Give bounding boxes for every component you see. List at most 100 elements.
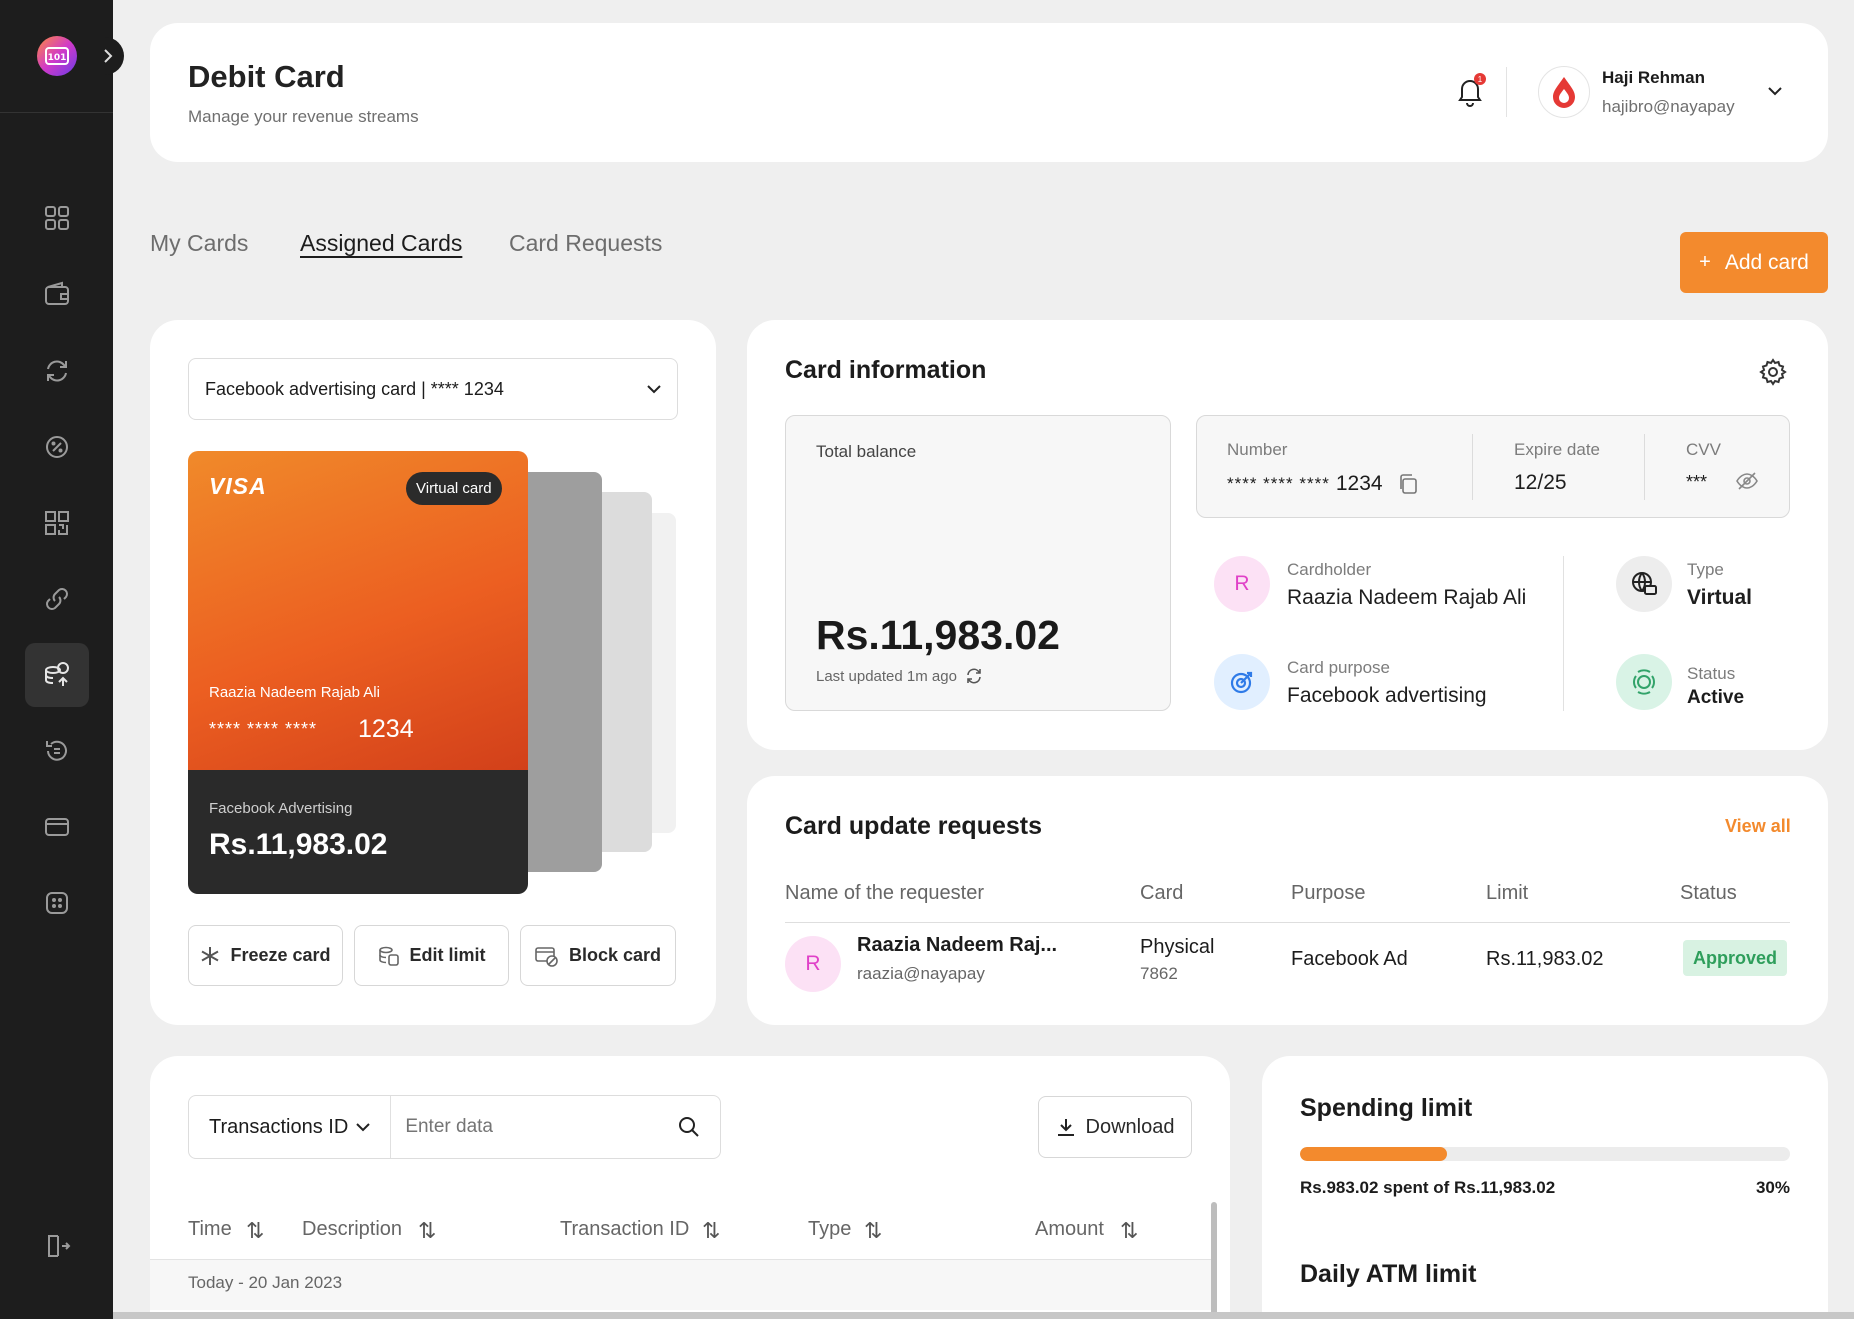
visa-logo: VISA [209, 473, 267, 499]
column-header-type[interactable]: Type [808, 1218, 851, 1241]
spending-percent: 30% [1755, 1178, 1790, 1197]
link-icon[interactable] [25, 567, 89, 631]
requester-email: raazia@nayapay [857, 964, 985, 983]
qr-code-icon[interactable] [25, 491, 89, 555]
cardholder-value: Raazia Nadeem Rajab Ali [1287, 586, 1527, 609]
header-divider [1506, 67, 1507, 117]
eye-off-icon[interactable] [1735, 471, 1759, 496]
info-divider [1563, 556, 1564, 711]
cvv-label: CVV [1686, 440, 1721, 459]
spending-progress-bar [1300, 1147, 1790, 1161]
settings-gear-icon[interactable] [1759, 358, 1787, 391]
table-row[interactable]: R Raazia Nadeem Raj... raazia@nayapay Ph… [785, 932, 1790, 1008]
notification-bell-icon[interactable]: 1 [1456, 73, 1486, 107]
status-badge: Approved [1683, 940, 1787, 976]
last-updated: Last updated 1m ago [816, 667, 983, 685]
wallet-icon[interactable] [25, 263, 89, 327]
sort-icon[interactable]: ⇅ [246, 1218, 264, 1244]
details-divider-2 [1644, 434, 1645, 500]
credit-card-icon[interactable] [25, 795, 89, 859]
sort-icon[interactable]: ⇅ [702, 1218, 720, 1244]
block-card-button[interactable]: Block card [520, 925, 676, 986]
transactions-scrollbar[interactable] [1211, 1202, 1217, 1319]
requester-name: Raazia Nadeem Raj... [857, 934, 1058, 956]
add-card-button[interactable]: + Add card [1680, 232, 1828, 293]
sync-icon[interactable] [25, 339, 89, 403]
expire-date-value: 12/25 [1514, 471, 1567, 494]
download-label: Download [1085, 1115, 1175, 1138]
search-icon[interactable] [678, 1116, 700, 1138]
card-selector-dropdown[interactable]: Facebook advertising card | **** 1234 [188, 358, 678, 420]
cardholder-avatar: R [1214, 556, 1270, 612]
request-card-number: 7862 [1140, 964, 1178, 983]
status-label: Status [1687, 664, 1736, 683]
debit-card-visual[interactable]: VISA Virtual card Raazia Nadeem Rajab Al… [188, 451, 528, 894]
sidebar-expand-button[interactable] [91, 37, 124, 75]
sort-icon[interactable]: ⇅ [864, 1218, 882, 1244]
download-icon [1057, 1119, 1074, 1136]
type-value: Virtual [1687, 586, 1752, 609]
update-requests-title: Card update requests [785, 812, 1043, 840]
tab-my-cards[interactable]: My Cards [150, 230, 248, 257]
card-front: VISA Virtual card Raazia Nadeem Rajab Al… [188, 451, 528, 770]
coins-icon [378, 946, 399, 966]
notification-badge: 1 [1474, 73, 1486, 85]
virtual-card-badge: Virtual card [406, 472, 502, 505]
snowflake-icon [201, 946, 219, 965]
column-header-description[interactable]: Description [302, 1218, 402, 1241]
column-header-status: Status [1680, 882, 1737, 904]
discount-icon[interactable] [25, 415, 89, 479]
dashboard-icon[interactable] [25, 186, 89, 250]
copy-icon[interactable] [1397, 473, 1419, 495]
card-footer-balance: Rs.11,983.02 [209, 828, 388, 861]
page-horizontal-scrollbar[interactable] [113, 1312, 1854, 1319]
chevron-down-icon [647, 384, 661, 393]
edit-limit-button[interactable]: Edit limit [354, 925, 509, 986]
card-details-box: Number **** **** **** 1234 Expire date 1… [1196, 415, 1790, 518]
cardholder-label: Cardholder [1287, 560, 1372, 579]
column-header-purpose: Purpose [1291, 882, 1366, 904]
tab-assigned-cards[interactable]: Assigned Cards [300, 230, 462, 257]
transactions-filter-dropdown[interactable]: Transactions ID [189, 1096, 392, 1158]
sort-icon[interactable]: ⇅ [418, 1218, 436, 1244]
cards-icon[interactable] [25, 643, 89, 707]
page-subtitle: Manage your revenue streams [188, 107, 419, 126]
expire-date-label: Expire date [1514, 440, 1600, 459]
spending-progress-fill [1300, 1147, 1447, 1161]
card-number-masked: **** **** **** [1227, 474, 1330, 493]
add-card-label: Add card [1724, 250, 1809, 274]
spending-limit-title: Spending limit [1300, 1094, 1473, 1122]
apps-icon[interactable] [25, 871, 89, 935]
column-header-transaction-id[interactable]: Transaction ID [560, 1218, 689, 1241]
column-header-time[interactable]: Time [188, 1218, 232, 1241]
chevron-down-icon[interactable] [1767, 83, 1783, 101]
sidebar: 101 [0, 0, 124, 1319]
transactions-search-input[interactable] [405, 1116, 636, 1138]
sort-icon[interactable]: ⇅ [1120, 1218, 1138, 1244]
column-header-limit: Limit [1486, 882, 1529, 904]
cvv-value: *** [1686, 472, 1708, 492]
request-card-type: Physical [1140, 936, 1215, 958]
request-limit: Rs.11,983.02 [1486, 948, 1604, 970]
tab-card-requests[interactable]: Card Requests [509, 230, 662, 257]
daily-atm-limit-title: Daily ATM limit [1300, 1260, 1477, 1288]
card-number-last4: 1234 [358, 715, 414, 743]
column-header-amount[interactable]: Amount [1035, 1218, 1104, 1241]
refresh-icon[interactable] [965, 667, 983, 685]
download-button[interactable]: Download [1038, 1096, 1192, 1158]
card-footer-label: Facebook Advertising [209, 800, 353, 817]
user-name: Haji Rehman [1602, 68, 1705, 87]
logout-icon[interactable] [25, 1214, 89, 1278]
card-footer: Facebook Advertising Rs.11,983.02 [188, 770, 528, 894]
transactions-search-bar: Transactions ID [188, 1095, 721, 1159]
app-logo[interactable]: 101 [37, 36, 77, 76]
view-all-link[interactable]: View all [1725, 816, 1791, 837]
page-title: Debit Card [188, 59, 345, 94]
user-avatar[interactable] [1538, 66, 1590, 118]
card-information-title: Card information [785, 356, 987, 384]
transactions-group-row: Today - 20 Jan 2023 [150, 1260, 1214, 1310]
freeze-card-button[interactable]: Freeze card [188, 925, 343, 986]
chevron-down-icon [356, 1122, 371, 1131]
history-icon[interactable] [25, 719, 89, 783]
user-email: hajibro@nayapay [1602, 97, 1735, 116]
